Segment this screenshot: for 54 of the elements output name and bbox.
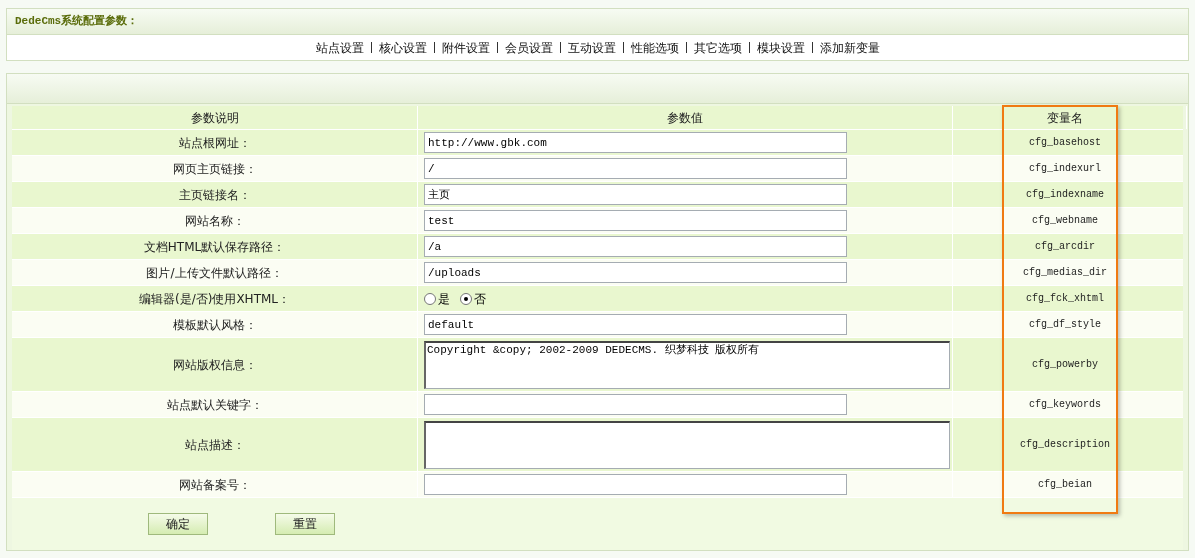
nav-link[interactable]: 站点设置 xyxy=(315,38,364,57)
nav-link[interactable]: 添加新变量 xyxy=(819,38,880,57)
variable-name: cfg_powerby xyxy=(1032,358,1098,372)
nav-link[interactable]: 附件设置 xyxy=(441,38,490,57)
variable-name: cfg_basehost xyxy=(1029,136,1101,150)
input-field[interactable]: test xyxy=(424,210,847,231)
nav-link[interactable]: 核心设置 xyxy=(378,38,427,57)
nav-link[interactable]: 性能选项 xyxy=(630,38,679,57)
variable-name: cfg_arcdir xyxy=(1035,240,1095,254)
parameter-label: 主页链接名： xyxy=(178,186,251,204)
parameter-label: 编辑器(是/否)使用XHTML： xyxy=(139,290,290,308)
parameter-label: 站点根网址： xyxy=(178,134,251,152)
variable-name: cfg_medias_dir xyxy=(1023,266,1107,280)
panel-title: DedeCms系统配置参数： xyxy=(15,13,139,30)
variable-name: cfg_df_style xyxy=(1029,318,1101,332)
variable-name: cfg_beian xyxy=(1038,478,1092,492)
variable-name: cfg_fck_xhtml xyxy=(1026,292,1104,306)
form-button[interactable]: 重置 xyxy=(275,513,335,535)
input-field[interactable]: 主页 xyxy=(424,184,847,205)
text-area[interactable] xyxy=(424,420,950,469)
input-field[interactable]: /uploads xyxy=(424,262,847,283)
input-field[interactable]: /a xyxy=(424,236,847,257)
parameter-label: 网站版权信息： xyxy=(172,356,257,374)
input-field[interactable]: / xyxy=(424,158,847,179)
nav-link[interactable]: 其它选项 xyxy=(693,38,742,57)
variable-name: cfg_webname xyxy=(1032,214,1098,228)
parameter-label: 模板默认风格： xyxy=(172,316,257,334)
input-field[interactable]: http://www.gbk.com xyxy=(424,132,847,153)
nav-link[interactable]: 互动设置 xyxy=(567,38,616,57)
parameter-label: 文档HTML默认保存路径： xyxy=(143,238,286,256)
radio-button[interactable] xyxy=(424,292,436,305)
column-header: 变量名 xyxy=(1046,109,1083,127)
variable-name: cfg_indexname xyxy=(1026,188,1104,202)
variable-name: cfg_indexurl xyxy=(1029,162,1101,176)
parameter-label: 网站名称： xyxy=(184,212,245,230)
input-field[interactable] xyxy=(424,394,847,415)
form-button[interactable]: 确定 xyxy=(148,513,208,535)
text-area[interactable]: Copyright &copy; 2002-2009 DEDECMS. 织梦科技 版权所有 xyxy=(424,340,950,389)
variable-name: cfg_keywords xyxy=(1029,398,1101,412)
column-header: 参数值 xyxy=(667,109,703,127)
input-field[interactable] xyxy=(424,474,847,495)
parameter-label: 图片/上传文件默认路径： xyxy=(146,264,283,282)
nav-link[interactable]: 会员设置 xyxy=(504,38,553,57)
column-header: 参数说明 xyxy=(190,109,239,127)
parameter-label: 站点默认关键字： xyxy=(166,396,263,414)
radio-button[interactable] xyxy=(460,292,472,305)
parameter-label: 站点描述： xyxy=(184,436,245,454)
parameter-label: 网页主页链接： xyxy=(172,160,257,178)
nav-link[interactable]: 模块设置 xyxy=(756,38,805,57)
input-field[interactable]: default xyxy=(424,314,847,335)
radio-option[interactable]: 否 xyxy=(460,289,486,308)
parameter-label: 网站备案号： xyxy=(178,476,251,494)
radio-option[interactable]: 是 xyxy=(424,289,450,308)
variable-name: cfg_description xyxy=(1020,438,1110,452)
